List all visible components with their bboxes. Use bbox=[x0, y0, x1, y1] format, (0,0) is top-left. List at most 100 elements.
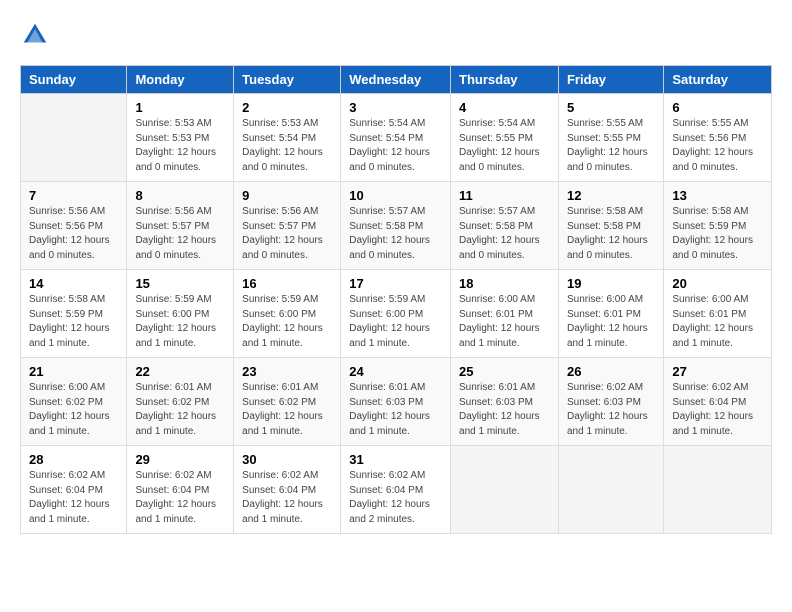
day-number: 27 bbox=[672, 364, 763, 379]
calendar-cell: 5 Sunrise: 5:55 AMSunset: 5:55 PMDaylight… bbox=[558, 94, 663, 182]
day-number: 8 bbox=[135, 188, 225, 203]
day-number: 31 bbox=[349, 452, 442, 467]
day-number: 17 bbox=[349, 276, 442, 291]
weekday-header-sunday: Sunday bbox=[21, 66, 127, 94]
calendar-cell: 17 Sunrise: 5:59 AMSunset: 6:00 PMDayligh… bbox=[341, 270, 451, 358]
day-number: 30 bbox=[242, 452, 332, 467]
day-info: Sunrise: 5:53 AMSunset: 5:53 PMDaylight:… bbox=[135, 117, 225, 175]
day-number: 20 bbox=[672, 276, 763, 291]
day-number: 2 bbox=[242, 100, 332, 115]
day-info: Sunrise: 5:57 AMSunset: 5:58 PMDaylight:… bbox=[349, 205, 442, 263]
day-info: Sunrise: 6:00 AMSunset: 6:02 PMDaylight:… bbox=[29, 381, 118, 439]
day-number: 24 bbox=[349, 364, 442, 379]
day-number: 23 bbox=[242, 364, 332, 379]
day-info: Sunrise: 5:57 AMSunset: 5:58 PMDaylight:… bbox=[459, 205, 550, 263]
calendar-cell: 21 Sunrise: 6:00 AMSunset: 6:02 PMDayligh… bbox=[21, 358, 127, 446]
calendar-cell: 16 Sunrise: 5:59 AMSunset: 6:00 PMDayligh… bbox=[234, 270, 341, 358]
weekday-header-wednesday: Wednesday bbox=[341, 66, 451, 94]
calendar-cell bbox=[451, 446, 559, 534]
day-info: Sunrise: 5:55 AMSunset: 5:56 PMDaylight:… bbox=[672, 117, 763, 175]
day-info: Sunrise: 5:56 AMSunset: 5:56 PMDaylight:… bbox=[29, 205, 118, 263]
week-row-5: 28 Sunrise: 6:02 AMSunset: 6:04 PMDayligh… bbox=[21, 446, 772, 534]
day-number: 15 bbox=[135, 276, 225, 291]
calendar-cell bbox=[558, 446, 663, 534]
week-row-3: 14 Sunrise: 5:58 AMSunset: 5:59 PMDayligh… bbox=[21, 270, 772, 358]
calendar-cell: 4 Sunrise: 5:54 AMSunset: 5:55 PMDaylight… bbox=[451, 94, 559, 182]
calendar-cell bbox=[21, 94, 127, 182]
calendar-table: SundayMondayTuesdayWednesdayThursdayFrid… bbox=[20, 65, 772, 534]
day-number: 29 bbox=[135, 452, 225, 467]
calendar-cell: 6Sunrise: 5:55 AMSunset: 5:56 PMDaylight… bbox=[664, 94, 772, 182]
day-number: 12 bbox=[567, 188, 655, 203]
day-info: Sunrise: 6:02 AMSunset: 6:04 PMDaylight:… bbox=[29, 469, 118, 527]
day-number: 4 bbox=[459, 100, 550, 115]
calendar-cell: 18 Sunrise: 6:00 AMSunset: 6:01 PMDayligh… bbox=[451, 270, 559, 358]
calendar-cell: 25Sunrise: 6:01 AMSunset: 6:03 PMDayligh… bbox=[451, 358, 559, 446]
day-info: Sunrise: 6:01 AMSunset: 6:02 PMDaylight:… bbox=[242, 381, 332, 439]
day-number: 1 bbox=[135, 100, 225, 115]
day-number: 22 bbox=[135, 364, 225, 379]
day-number: 13 bbox=[672, 188, 763, 203]
logo-icon bbox=[20, 20, 50, 50]
logo bbox=[20, 20, 54, 50]
day-number: 3 bbox=[349, 100, 442, 115]
calendar-cell: 24 Sunrise: 6:01 AMSunset: 6:03 PMDayligh… bbox=[341, 358, 451, 446]
day-number: 14 bbox=[29, 276, 118, 291]
day-number: 21 bbox=[29, 364, 118, 379]
day-number: 7 bbox=[29, 188, 118, 203]
calendar-cell: 3 Sunrise: 5:54 AMSunset: 5:54 PMDaylight… bbox=[341, 94, 451, 182]
day-number: 19 bbox=[567, 276, 655, 291]
calendar-cell: 31 Sunrise: 6:02 AMSunset: 6:04 PMDayligh… bbox=[341, 446, 451, 534]
day-info: Sunrise: 6:01 AMSunset: 6:03 PMDaylight:… bbox=[459, 381, 550, 439]
day-info: Sunrise: 6:02 AMSunset: 6:04 PMDaylight:… bbox=[349, 469, 442, 527]
weekday-header-thursday: Thursday bbox=[451, 66, 559, 94]
header-row: SundayMondayTuesdayWednesdayThursdayFrid… bbox=[21, 66, 772, 94]
calendar-cell: 15Sunrise: 5:59 AMSunset: 6:00 PMDayligh… bbox=[127, 270, 234, 358]
weekday-header-monday: Monday bbox=[127, 66, 234, 94]
day-info: Sunrise: 5:58 AMSunset: 5:59 PMDaylight:… bbox=[672, 205, 763, 263]
weekday-header-friday: Friday bbox=[558, 66, 663, 94]
day-number: 9 bbox=[242, 188, 332, 203]
day-info: Sunrise: 5:54 AMSunset: 5:54 PMDaylight:… bbox=[349, 117, 442, 175]
week-row-2: 7 Sunrise: 5:56 AMSunset: 5:56 PMDaylight… bbox=[21, 182, 772, 270]
day-number: 28 bbox=[29, 452, 118, 467]
day-info: Sunrise: 5:54 AMSunset: 5:55 PMDaylight:… bbox=[459, 117, 550, 175]
day-info: Sunrise: 5:56 AMSunset: 5:57 PMDaylight:… bbox=[242, 205, 332, 263]
day-info: Sunrise: 6:00 AMSunset: 6:01 PMDaylight:… bbox=[672, 293, 763, 351]
day-info: Sunrise: 5:56 AMSunset: 5:57 PMDaylight:… bbox=[135, 205, 225, 263]
calendar-cell: 30 Sunrise: 6:02 AMSunset: 6:04 PMDayligh… bbox=[234, 446, 341, 534]
day-info: Sunrise: 5:58 AMSunset: 5:58 PMDaylight:… bbox=[567, 205, 655, 263]
day-info: Sunrise: 6:00 AMSunset: 6:01 PMDaylight:… bbox=[567, 293, 655, 351]
day-info: Sunrise: 5:59 AMSunset: 6:00 PMDaylight:… bbox=[349, 293, 442, 351]
day-info: Sunrise: 6:02 AMSunset: 6:04 PMDaylight:… bbox=[672, 381, 763, 439]
day-info: Sunrise: 5:58 AMSunset: 5:59 PMDaylight:… bbox=[29, 293, 118, 351]
calendar-cell: 19 Sunrise: 6:00 AMSunset: 6:01 PMDayligh… bbox=[558, 270, 663, 358]
calendar-cell: 29 Sunrise: 6:02 AMSunset: 6:04 PMDayligh… bbox=[127, 446, 234, 534]
calendar-cell: 1 Sunrise: 5:53 AMSunset: 5:53 PMDaylight… bbox=[127, 94, 234, 182]
day-info: Sunrise: 5:55 AMSunset: 5:55 PMDaylight:… bbox=[567, 117, 655, 175]
calendar-cell: 26Sunrise: 6:02 AMSunset: 6:03 PMDayligh… bbox=[558, 358, 663, 446]
calendar-cell: 11Sunrise: 5:57 AMSunset: 5:58 PMDayligh… bbox=[451, 182, 559, 270]
calendar-cell: 12 Sunrise: 5:58 AMSunset: 5:58 PMDayligh… bbox=[558, 182, 663, 270]
calendar-cell: 23 Sunrise: 6:01 AMSunset: 6:02 PMDayligh… bbox=[234, 358, 341, 446]
day-info: Sunrise: 6:00 AMSunset: 6:01 PMDaylight:… bbox=[459, 293, 550, 351]
day-number: 26 bbox=[567, 364, 655, 379]
calendar-cell bbox=[664, 446, 772, 534]
calendar-cell: 20 Sunrise: 6:00 AMSunset: 6:01 PMDayligh… bbox=[664, 270, 772, 358]
calendar-cell: 14 Sunrise: 5:58 AMSunset: 5:59 PMDayligh… bbox=[21, 270, 127, 358]
calendar-cell: 2 Sunrise: 5:53 AMSunset: 5:54 PMDaylight… bbox=[234, 94, 341, 182]
day-number: 18 bbox=[459, 276, 550, 291]
calendar-cell: 9 Sunrise: 5:56 AMSunset: 5:57 PMDaylight… bbox=[234, 182, 341, 270]
day-info: Sunrise: 6:02 AMSunset: 6:04 PMDaylight:… bbox=[135, 469, 225, 527]
day-info: Sunrise: 6:01 AMSunset: 6:03 PMDaylight:… bbox=[349, 381, 442, 439]
calendar-cell: 10Sunrise: 5:57 AMSunset: 5:58 PMDayligh… bbox=[341, 182, 451, 270]
day-info: Sunrise: 5:53 AMSunset: 5:54 PMDaylight:… bbox=[242, 117, 332, 175]
day-number: 16 bbox=[242, 276, 332, 291]
day-info: Sunrise: 6:01 AMSunset: 6:02 PMDaylight:… bbox=[135, 381, 225, 439]
day-info: Sunrise: 5:59 AMSunset: 6:00 PMDaylight:… bbox=[242, 293, 332, 351]
day-info: Sunrise: 6:02 AMSunset: 6:04 PMDaylight:… bbox=[242, 469, 332, 527]
week-row-1: 1 Sunrise: 5:53 AMSunset: 5:53 PMDaylight… bbox=[21, 94, 772, 182]
weekday-header-saturday: Saturday bbox=[664, 66, 772, 94]
calendar-cell: 8 Sunrise: 5:56 AMSunset: 5:57 PMDaylight… bbox=[127, 182, 234, 270]
day-number: 5 bbox=[567, 100, 655, 115]
